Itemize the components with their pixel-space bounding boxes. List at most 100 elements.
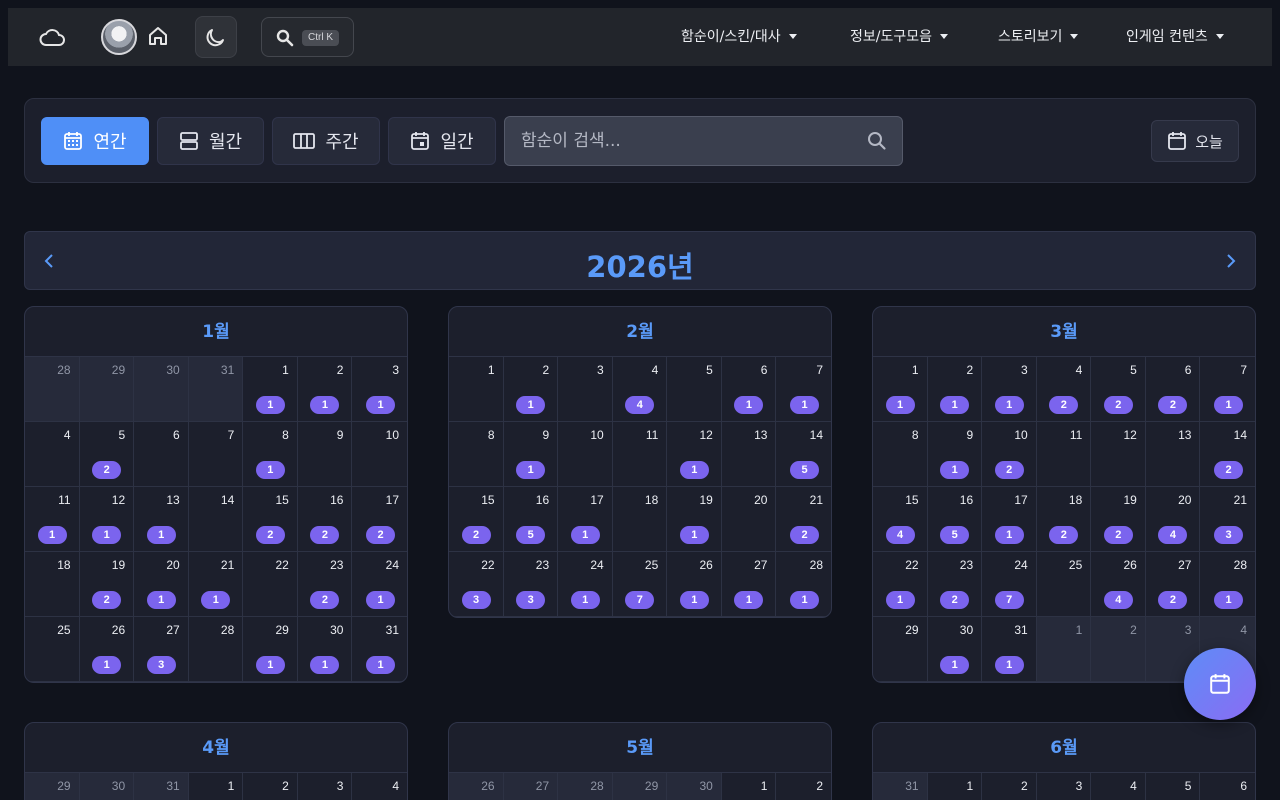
calendar-day[interactable]: 18 2 [1036, 487, 1092, 552]
nav-menu-skins[interactable]: 함순이/스킨/대사 [681, 26, 797, 46]
event-count-badge[interactable]: 1 [790, 591, 819, 609]
event-count-badge[interactable]: 7 [994, 591, 1024, 609]
calendar-day[interactable]: 4 [25, 422, 80, 487]
calendar-day[interactable]: 52 [1091, 357, 1146, 422]
event-count-badge[interactable]: 1 [885, 396, 915, 414]
calendar-day[interactable]: 9 [297, 422, 353, 487]
search-icon[interactable] [867, 131, 887, 151]
calendar-day[interactable]: 15 2 [243, 487, 298, 552]
calendar-day[interactable]: 26 1 [667, 552, 722, 617]
event-count-badge[interactable]: 1 [516, 396, 546, 414]
event-count-badge[interactable]: 1 [516, 461, 546, 479]
calendar-day[interactable]: 1 [928, 773, 983, 800]
calendar-day[interactable]: 8 [449, 422, 504, 487]
search-button[interactable]: Ctrl K [261, 17, 354, 57]
calendar-day[interactable]: 8 [873, 422, 928, 487]
calendar-day[interactable]: 29 [873, 617, 928, 682]
theme-toggle-button[interactable] [195, 16, 237, 58]
event-count-badge[interactable]: 3 [146, 656, 176, 674]
month-title[interactable]: 4월 [25, 723, 407, 773]
calendar-day[interactable]: 2 [982, 773, 1037, 800]
calendar-day[interactable]: 31 [352, 357, 407, 422]
calendar-day-other-month[interactable]: 27 [503, 773, 559, 800]
calendar-day[interactable]: 23 3 [503, 552, 559, 617]
calendar-day[interactable]: 2 [243, 773, 298, 800]
event-count-badge[interactable]: 3 [461, 591, 491, 609]
calendar-day-other-month[interactable]: 29 [25, 773, 80, 800]
calendar-day[interactable]: 21 3 [1200, 487, 1255, 552]
event-count-badge[interactable]: 1 [201, 591, 231, 609]
calendar-day-other-month[interactable]: 28 [558, 773, 613, 800]
calendar-day-other-month[interactable]: 30 [667, 773, 722, 800]
calendar-day[interactable]: 28 1 [1200, 552, 1255, 617]
calendar-day[interactable]: 6 [134, 422, 189, 487]
calendar-day[interactable]: 7 [188, 422, 244, 487]
calendar-day[interactable]: 11 1 [25, 487, 80, 552]
calendar-day[interactable]: 27 1 [721, 552, 777, 617]
event-count-badge[interactable]: 1 [255, 396, 285, 414]
event-count-badge[interactable]: 1 [940, 396, 970, 414]
calendar-day[interactable]: 19 2 [79, 552, 135, 617]
calendar-day[interactable]: 11 [1036, 422, 1092, 487]
event-count-badge[interactable]: 1 [310, 396, 340, 414]
calendar-day[interactable]: 3 [1037, 773, 1092, 800]
event-count-badge[interactable]: 1 [310, 656, 340, 674]
calendar-day[interactable]: 22 [243, 552, 298, 617]
calendar-day[interactable]: 23 2 [297, 552, 353, 617]
calendar-day[interactable]: 14 [188, 487, 244, 552]
calendar-day[interactable]: 21 1 [188, 552, 244, 617]
calendar-day[interactable]: 25 [1036, 552, 1092, 617]
event-count-badge[interactable]: 1 [146, 526, 176, 544]
event-count-badge[interactable]: 1 [255, 461, 285, 479]
event-count-badge[interactable]: 2 [366, 526, 395, 544]
event-count-badge[interactable]: 2 [1214, 461, 1243, 479]
calendar-day[interactable]: 12 [1091, 422, 1146, 487]
calendar-day[interactable]: 15 4 [873, 487, 928, 552]
calendar-day[interactable]: 21 [927, 357, 983, 422]
calendar-day[interactable]: 18 [25, 552, 80, 617]
event-count-badge[interactable]: 2 [310, 526, 340, 544]
event-count-badge[interactable]: 1 [994, 656, 1024, 674]
event-count-badge[interactable]: 2 [994, 461, 1024, 479]
calendar-day[interactable]: 24 1 [352, 552, 407, 617]
calendar-day[interactable]: 25 7 [612, 552, 668, 617]
calendar-day[interactable]: 13 1 [134, 487, 189, 552]
event-count-badge[interactable]: 1 [885, 591, 915, 609]
calendar-day-other-month[interactable]: 26 [449, 773, 504, 800]
event-count-badge[interactable]: 2 [1049, 396, 1079, 414]
calendar-day[interactable]: 11 [873, 357, 928, 422]
calendar-day[interactable]: 25 [25, 617, 80, 682]
calendar-day[interactable]: 11 [243, 357, 298, 422]
calendar-day-other-month[interactable]: 28 [25, 357, 80, 422]
view-monthly-button[interactable]: 월간 [157, 117, 264, 165]
month-title[interactable]: 2월 [449, 307, 831, 357]
calendar-day[interactable]: 1 [449, 357, 504, 422]
floating-calendar-button[interactable] [1184, 648, 1256, 720]
event-count-badge[interactable]: 4 [1158, 526, 1188, 544]
month-title[interactable]: 3월 [873, 307, 1255, 357]
event-count-badge[interactable]: 2 [1103, 396, 1133, 414]
next-year-button[interactable] [1219, 249, 1243, 273]
calendar-day[interactable]: 21 [297, 357, 353, 422]
event-count-badge[interactable]: 1 [940, 656, 970, 674]
calendar-day[interactable]: 71 [776, 357, 831, 422]
calendar-day[interactable]: 30 1 [927, 617, 983, 682]
calendar-day[interactable]: 29 1 [243, 617, 298, 682]
event-count-badge[interactable]: 1 [790, 396, 819, 414]
calendar-day[interactable]: 4 [1091, 773, 1146, 800]
event-count-badge[interactable]: 4 [885, 526, 915, 544]
calendar-day[interactable]: 31 1 [352, 617, 407, 682]
calendar-day[interactable]: 1 [722, 773, 777, 800]
calendar-day[interactable]: 21 2 [776, 487, 831, 552]
month-title[interactable]: 5월 [449, 723, 831, 773]
calendar-day[interactable]: 26 1 [79, 617, 135, 682]
home-icon[interactable] [146, 24, 170, 48]
calendar-day[interactable]: 5 [667, 357, 722, 422]
event-count-badge[interactable]: 4 [1103, 591, 1133, 609]
calendar-day[interactable]: 61 [721, 357, 777, 422]
avatar[interactable] [101, 19, 137, 55]
event-count-badge[interactable]: 1 [994, 526, 1024, 544]
calendar-day[interactable]: 23 2 [927, 552, 983, 617]
calendar-day[interactable]: 16 5 [927, 487, 983, 552]
calendar-day[interactable]: 24 1 [558, 552, 613, 617]
